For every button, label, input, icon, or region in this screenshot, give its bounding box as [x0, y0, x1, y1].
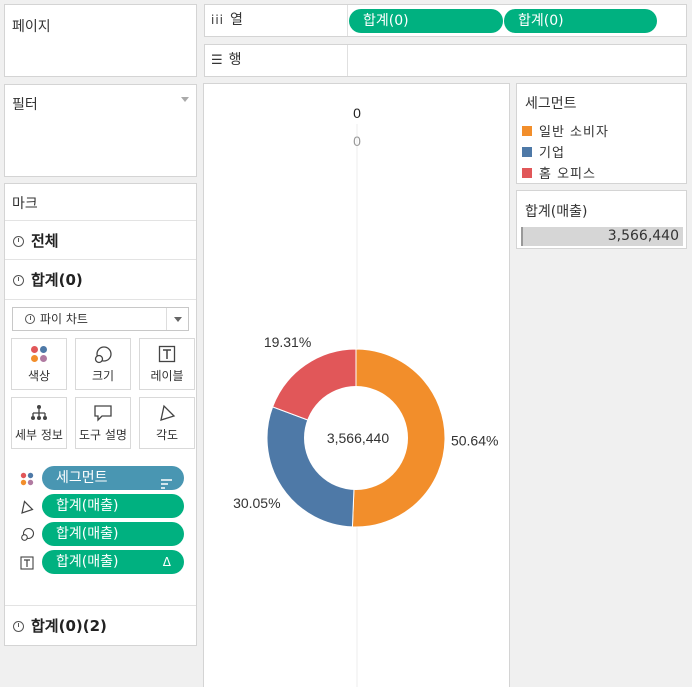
legend-swatch: [522, 126, 532, 136]
legend-swatch: [522, 147, 532, 157]
angle-button-label: 각도: [155, 428, 179, 442]
legend-label: 홈 오피스: [539, 167, 596, 182]
columns-pill-2[interactable]: 합계(0): [503, 9, 657, 33]
marks-card2-row[interactable]: 합계(0)(2): [5, 605, 196, 645]
label-icon: [140, 339, 194, 367]
color-dots-icon: [12, 339, 66, 367]
sales-label-pill-text: 합계(매출): [56, 554, 119, 570]
color-dots-icon: [20, 471, 36, 487]
marks-card2-label: 합계(0)(2): [31, 617, 107, 635]
clock-icon: [25, 314, 35, 324]
rows-shelf-label: ☰ 행: [205, 45, 348, 76]
speech-bubble-icon: [76, 398, 130, 426]
columns-icon: iii: [211, 13, 225, 27]
mark-type-label: 파이 차트: [40, 312, 88, 326]
columns-shelf[interactable]: iii 열 합계(0) 합계(0): [204, 4, 687, 37]
legend-item-corporate[interactable]: 기업: [522, 142, 565, 161]
chevron-down-icon: [166, 308, 188, 330]
size-button[interactable]: 크기: [75, 338, 131, 390]
size-legend-bar: 3,566,440: [521, 227, 683, 246]
size-legend-value: 3,566,440: [607, 228, 679, 244]
slice-label-3: 19.31%: [264, 334, 311, 350]
filters-title: 필터: [12, 97, 38, 113]
label-button-label: 레이블: [150, 369, 184, 383]
filters-shelf[interactable]: 필터: [4, 84, 197, 177]
angle-button[interactable]: 각도: [139, 397, 195, 449]
pages-title: 페이지: [12, 19, 51, 35]
label-button[interactable]: 레이블: [139, 338, 195, 390]
marks-card1-label: 합계(0): [31, 271, 83, 289]
hierarchy-icon: [12, 398, 66, 426]
label-icon: [20, 555, 36, 571]
size-legend-title: 합계(매출): [525, 204, 588, 220]
size-icon: [20, 527, 36, 543]
marks-title: 마크: [12, 196, 38, 212]
header-value-light: 0: [353, 133, 361, 149]
header-value-bold: 0: [353, 105, 361, 121]
size-legend[interactable]: 합계(매출) 3,566,440: [516, 190, 687, 249]
size-icon: [76, 339, 130, 367]
filters-dropdown-icon[interactable]: [181, 97, 189, 102]
slice-label-1: 50.64%: [451, 432, 498, 448]
marks-all-row[interactable]: 전체: [5, 220, 196, 260]
donut-center-total: 3,566,440: [327, 430, 389, 446]
legend-item-consumer[interactable]: 일반 소비자: [522, 121, 609, 140]
columns-pill-1[interactable]: 합계(0): [349, 9, 503, 33]
table-calc-delta-icon: Δ: [162, 555, 171, 569]
rows-shelf[interactable]: ☰ 행: [204, 44, 687, 77]
legend-title: 세그먼트: [525, 96, 577, 112]
tooltip-button[interactable]: 도구 설명: [75, 397, 131, 449]
segment-field-label: 세그먼트: [56, 470, 108, 486]
view-area[interactable]: 0 0 3,566,440 50.64% 30.05% 19.31%: [203, 83, 510, 687]
marks-all-label: 전체: [31, 232, 59, 250]
clock-icon: [13, 275, 24, 286]
mark-type-dropdown[interactable]: 파이 차트: [12, 307, 189, 331]
legend-swatch: [522, 168, 532, 178]
donut-chart[interactable]: 0 0 3,566,440 50.64% 30.05% 19.31%: [204, 84, 509, 687]
legend-label: 일반 소비자: [539, 125, 609, 140]
tooltip-button-label: 도구 설명: [79, 428, 127, 442]
segment-field-pill[interactable]: 세그먼트: [42, 466, 184, 490]
color-button[interactable]: 색상: [11, 338, 67, 390]
rows-label-text: 행: [228, 52, 242, 68]
angle-icon: [20, 499, 36, 515]
slice-label-2: 30.05%: [233, 495, 280, 511]
sales-label-pill[interactable]: 합계(매출) Δ: [42, 550, 184, 574]
detail-button-label: 세부 정보: [15, 428, 63, 442]
clock-icon: [13, 236, 24, 247]
legend-label: 기업: [539, 146, 565, 161]
marks-card1-row[interactable]: 합계(0): [5, 260, 196, 300]
columns-shelf-label: iii 열: [205, 5, 348, 36]
size-button-label: 크기: [91, 369, 115, 383]
detail-button[interactable]: 세부 정보: [11, 397, 67, 449]
legend-item-home-office[interactable]: 홈 오피스: [522, 163, 596, 182]
sales-size-pill[interactable]: 합계(매출): [42, 522, 184, 546]
pages-shelf[interactable]: 페이지: [4, 4, 197, 77]
angle-icon: [140, 398, 194, 426]
sort-icon: [161, 473, 172, 489]
clock-icon: [13, 621, 24, 632]
columns-label-text: 열: [230, 12, 243, 28]
color-button-label: 색상: [27, 369, 51, 383]
rows-icon: ☰: [211, 53, 223, 68]
sales-angle-pill[interactable]: 합계(매출): [42, 494, 184, 518]
